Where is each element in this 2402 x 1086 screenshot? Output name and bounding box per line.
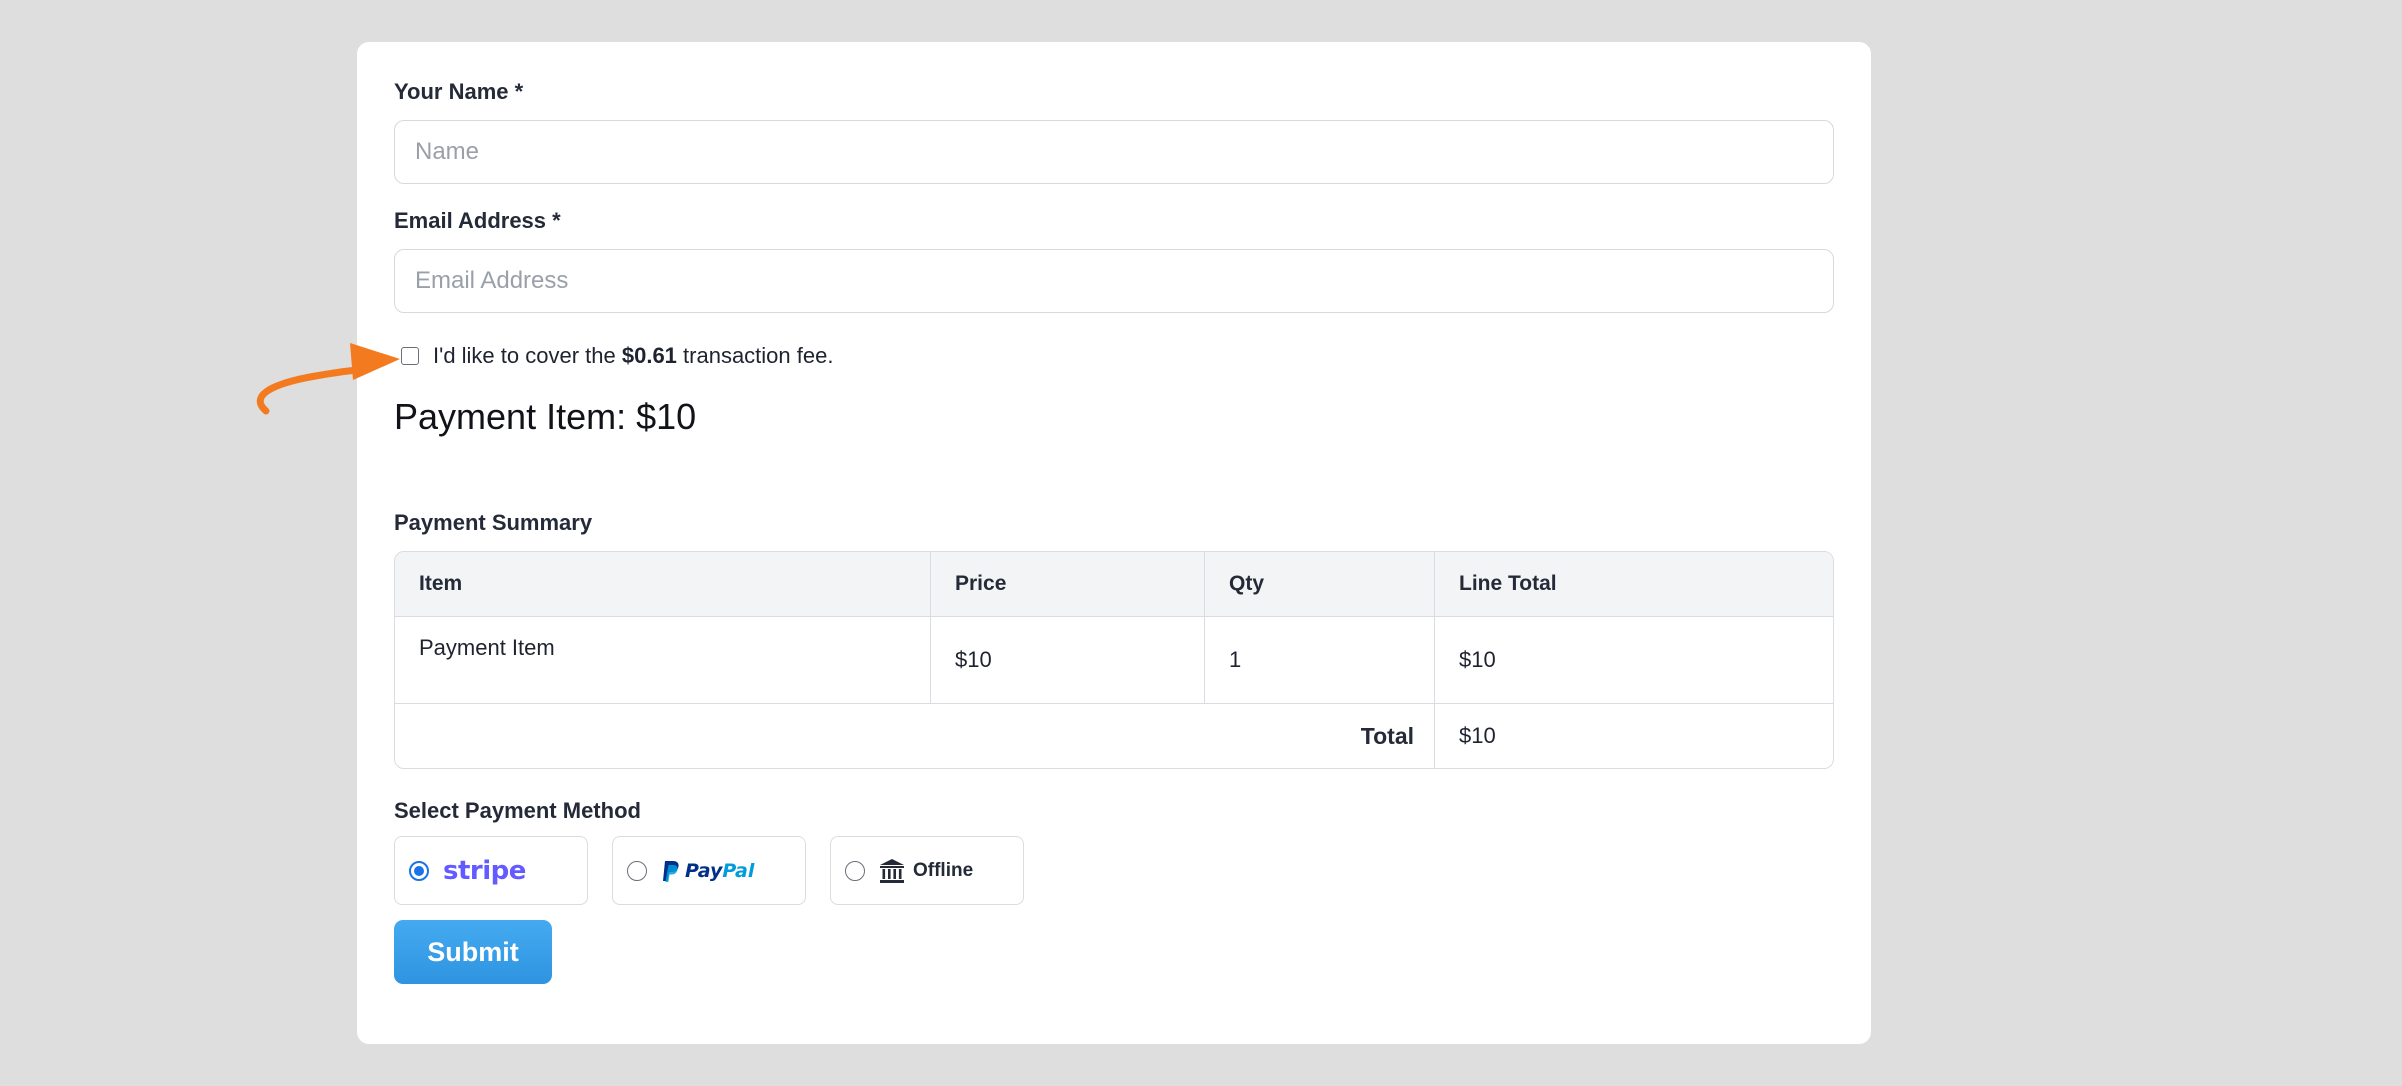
total-label: Total bbox=[395, 704, 1435, 768]
payment-summary-label: Payment Summary bbox=[394, 510, 593, 535]
payment-summary-table: Item Price Qty Line Total Payment Item $… bbox=[394, 551, 1834, 769]
total-value: $10 bbox=[1459, 723, 1496, 748]
column-header-price: Price bbox=[931, 552, 1205, 616]
bank-icon bbox=[880, 858, 904, 883]
column-header-item: Item bbox=[395, 552, 931, 616]
payment-item-heading: Payment Item: $10 bbox=[394, 396, 697, 437]
email-label: Email Address * bbox=[394, 208, 561, 233]
table-header-row: Item Price Qty Line Total bbox=[395, 552, 1833, 617]
name-label: Your Name * bbox=[394, 79, 524, 104]
payment-form-card: Your Name * Email Address * I'd like to … bbox=[357, 42, 1871, 1044]
transaction-fee-option: I'd like to cover the $0.61 transaction … bbox=[401, 341, 833, 371]
payment-option-paypal[interactable]: PayPal bbox=[612, 836, 806, 905]
payment-option-offline[interactable]: Offline bbox=[830, 836, 1024, 905]
column-header-line-total: Line Total bbox=[1459, 572, 1557, 595]
stripe-radio[interactable] bbox=[409, 860, 429, 881]
stripe-logo: stripe bbox=[443, 855, 526, 886]
annotation-arrow-icon bbox=[256, 343, 400, 415]
table-total-row: Total $10 bbox=[395, 704, 1833, 768]
cell-qty: 1 bbox=[1205, 617, 1435, 703]
paypal-p-icon bbox=[663, 860, 679, 882]
offline-radio[interactable] bbox=[845, 860, 865, 881]
offline-label: Offline bbox=[913, 859, 974, 881]
cell-price: $10 bbox=[931, 617, 1205, 703]
payment-option-stripe[interactable]: stripe bbox=[394, 836, 588, 905]
cell-item: Payment Item bbox=[395, 617, 931, 703]
transaction-fee-amount: $0.61 bbox=[621, 343, 677, 368]
email-input[interactable] bbox=[394, 249, 1834, 313]
paypal-logo: PayPal bbox=[661, 859, 754, 883]
name-input[interactable] bbox=[394, 120, 1834, 184]
submit-button[interactable]: Submit bbox=[394, 920, 552, 984]
payment-method-label: Select Payment Method bbox=[394, 798, 641, 823]
paypal-radio[interactable] bbox=[627, 860, 647, 881]
cell-line-total: $10 bbox=[1459, 647, 1496, 672]
table-row: Payment Item $10 1 $10 bbox=[395, 617, 1833, 704]
transaction-fee-text: I'd like to cover the $0.61 transaction … bbox=[433, 343, 834, 368]
column-header-qty: Qty bbox=[1205, 552, 1435, 616]
